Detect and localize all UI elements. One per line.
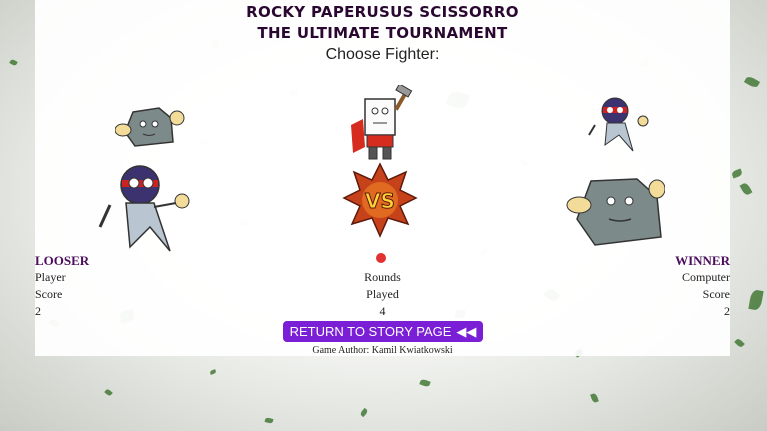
round-indicator-icon [376,253,386,263]
rounds-label-line2: Played [366,287,399,301]
rewind-icon: ◀◀ [456,323,477,339]
rounds-label-line1: Rounds [364,270,401,284]
game-panel: ROCKY PAPERUSUS SCISSORRO THE ULTIMATE T… [35,0,730,356]
choose-fighter-label: Choose Fighter: [325,46,440,63]
rock-fighter-icon[interactable] [565,175,665,247]
computer-stats: WINNER Computer Score 2 [675,252,730,320]
scissors-ninja-icon[interactable] [585,95,655,155]
rounds-stats: Rounds Played 4 [35,269,730,320]
computer-result: WINNER [675,253,730,268]
rounds-count: 4 [379,304,386,318]
rock-fighter-icon[interactable] [115,104,185,150]
svg-text:VS: VS [365,189,395,213]
paper-fighter-icon[interactable] [345,85,417,165]
game-author: Game Author: Kamil Kwiatkowski [312,345,453,356]
game-title-line2: THE ULTIMATE TOURNAMENT [257,24,508,42]
computer-score-label: Score [702,287,730,301]
computer-score: 2 [724,304,730,318]
scissors-ninja-icon[interactable] [90,165,195,253]
return-button-label: RETURN TO STORY PAGE [289,324,452,339]
game-title-line1: ROCKY PAPERUSUS SCISSORRO [246,3,519,21]
computer-label: Computer [682,270,730,284]
return-to-story-button[interactable]: RETURN TO STORY PAGE ◀◀ [283,321,483,342]
player-result: LOOSER [35,253,90,268]
versus-icon: VS [342,162,418,238]
